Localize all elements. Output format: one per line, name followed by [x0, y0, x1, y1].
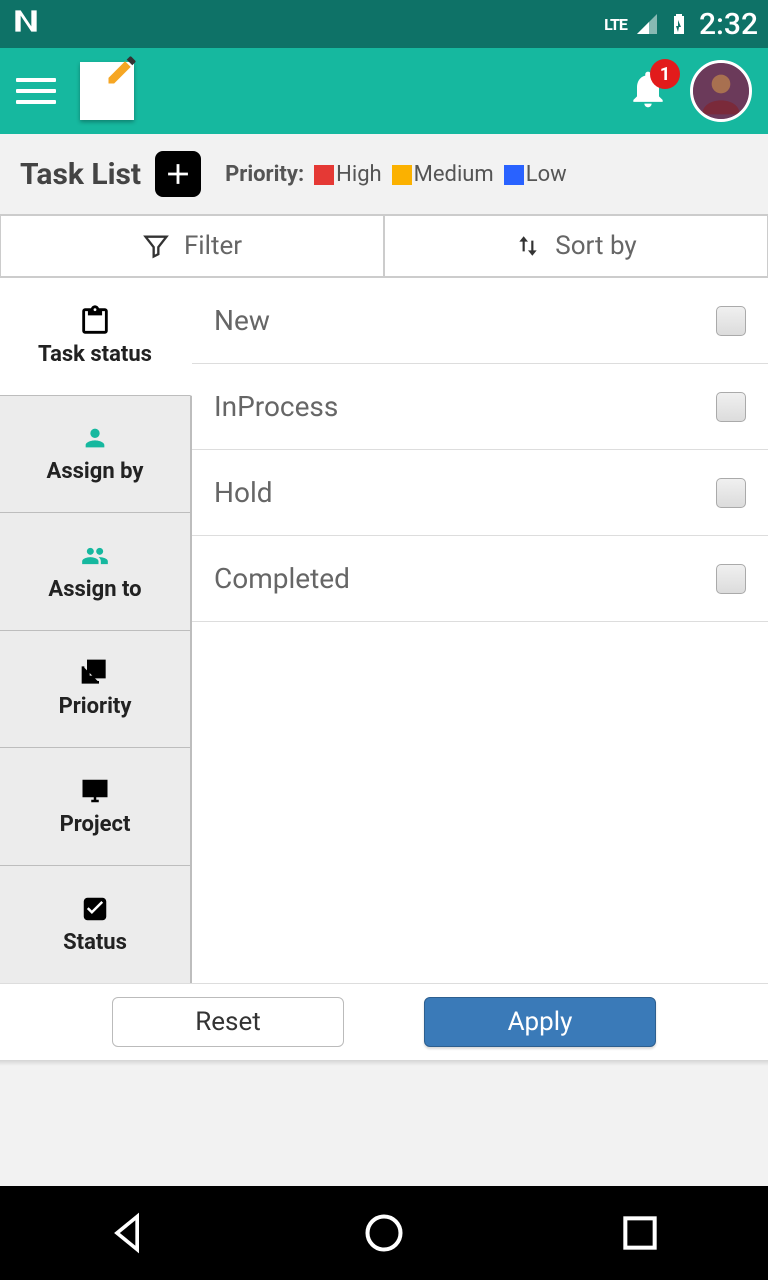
filter-sort-bar: Filter Sort by	[0, 214, 768, 278]
divider-shadow	[0, 1060, 768, 1066]
sidebar-tab-project[interactable]: Project	[0, 748, 190, 866]
notifications-button[interactable]: 1	[626, 67, 670, 115]
filter-footer: Reset Apply	[0, 984, 768, 1060]
tab-label: Project	[60, 812, 131, 837]
person-icon	[80, 424, 110, 452]
priority-number-icon: 1	[77, 657, 113, 689]
reset-button[interactable]: Reset	[112, 997, 344, 1047]
back-button[interactable]	[106, 1211, 150, 1255]
sidebar-tab-assign-to[interactable]: Assign to	[0, 513, 190, 631]
checkbox-new[interactable]	[716, 306, 746, 336]
sidebar-tab-priority[interactable]: 1 Priority	[0, 631, 190, 749]
home-button[interactable]	[362, 1211, 406, 1255]
signal-icon	[635, 12, 659, 36]
option-label: Hold	[214, 476, 273, 509]
sidebar-tab-assign-by[interactable]: Assign by	[0, 396, 190, 514]
filter-icon	[142, 231, 170, 261]
svg-text:1: 1	[94, 662, 101, 676]
apply-button[interactable]: Apply	[424, 997, 656, 1047]
profile-avatar[interactable]	[690, 60, 752, 122]
option-new[interactable]: New	[192, 278, 768, 364]
legend-low: Low	[504, 162, 567, 187]
priority-legend: Priority: High Medium Low	[225, 162, 567, 187]
option-label: InProcess	[214, 390, 338, 423]
legend-high: High	[314, 162, 382, 187]
network-lte-label: LTE	[604, 15, 627, 34]
checkbox-checked-icon	[79, 894, 111, 924]
legend-medium: Medium	[392, 162, 494, 187]
tab-label: Priority	[59, 694, 132, 719]
tab-label: Assign by	[47, 459, 144, 484]
app-bar: 1	[0, 48, 768, 134]
checkbox-completed[interactable]	[716, 564, 746, 594]
android-n-icon	[10, 5, 42, 44]
sort-icon	[515, 232, 541, 260]
menu-button[interactable]	[16, 71, 56, 111]
option-hold[interactable]: Hold	[192, 450, 768, 536]
option-label: New	[214, 304, 270, 337]
sidebar-tab-status[interactable]: Status	[0, 866, 190, 984]
checkbox-hold[interactable]	[716, 478, 746, 508]
tab-label: Task status	[38, 342, 152, 367]
option-label: Completed	[214, 562, 350, 595]
filter-category-sidebar: Task status Assign by Assign to 1 Priori…	[0, 278, 192, 983]
tab-label: Assign to	[48, 577, 141, 602]
checkbox-inprocess[interactable]	[716, 392, 746, 422]
page-title: Task List	[20, 157, 141, 192]
filter-panel: Task status Assign by Assign to 1 Priori…	[0, 278, 768, 984]
sort-button[interactable]: Sort by	[384, 215, 768, 277]
android-nav-bar	[0, 1186, 768, 1280]
option-inprocess[interactable]: InProcess	[192, 364, 768, 450]
clock-time: 2:32	[699, 7, 758, 42]
people-icon	[78, 542, 112, 570]
filter-button[interactable]: Filter	[0, 215, 384, 277]
android-status-bar: LTE 2:32	[0, 0, 768, 48]
clipboard-icon	[78, 304, 112, 338]
priority-label: Priority:	[225, 162, 304, 187]
monitor-icon	[78, 776, 112, 806]
tab-label: Status	[63, 930, 127, 955]
sort-label: Sort by	[555, 231, 636, 261]
recent-apps-button[interactable]	[618, 1211, 662, 1255]
app-logo-note-icon	[80, 62, 134, 120]
option-completed[interactable]: Completed	[192, 536, 768, 622]
task-list-header: Task List Priority: High Medium Low	[0, 134, 768, 214]
add-task-button[interactable]	[155, 151, 201, 197]
sidebar-tab-task-status[interactable]: Task status	[0, 278, 192, 396]
filter-options-list: New InProcess Hold Completed	[192, 278, 768, 983]
filter-label: Filter	[184, 231, 242, 261]
battery-icon	[667, 12, 691, 36]
notification-badge: 1	[650, 59, 680, 89]
